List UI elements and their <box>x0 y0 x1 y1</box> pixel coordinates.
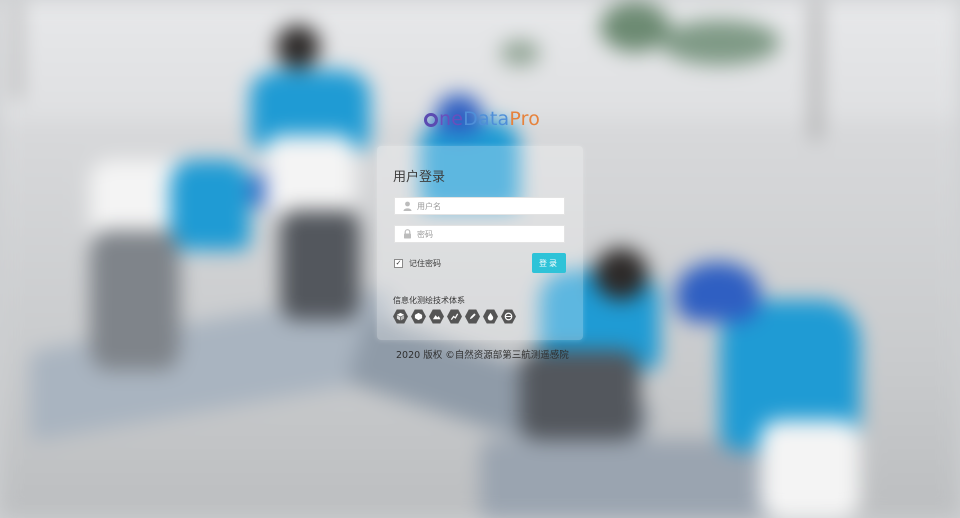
username-input[interactable] <box>417 201 557 211</box>
remember-checkbox[interactable]: ✓ <box>394 259 403 268</box>
copyright-text: 2020 版权 ©自然资源部第三航测遥感院 <box>396 350 569 361</box>
pen-icon[interactable] <box>465 309 480 324</box>
mountain-icon[interactable] <box>429 309 444 324</box>
hexagon-icon[interactable] <box>411 309 426 324</box>
remember-password[interactable]: ✓ 记住密码 <box>394 258 441 269</box>
cube-icon[interactable] <box>393 309 408 324</box>
login-title: 用户登录 <box>393 170 446 185</box>
username-field[interactable] <box>394 197 565 215</box>
systems-label: 信息化测绘技术体系 <box>393 296 465 305</box>
logo-mark-icon <box>424 113 438 127</box>
drop-icon[interactable] <box>483 309 498 324</box>
systems-icon-row <box>393 309 516 324</box>
password-field[interactable] <box>394 225 565 243</box>
remember-label: 记住密码 <box>409 259 441 268</box>
globe-icon[interactable] <box>501 309 516 324</box>
user-icon <box>400 199 414 213</box>
password-input[interactable] <box>417 229 557 239</box>
logo-text-part-2: Data <box>463 108 510 130</box>
chart-icon[interactable] <box>447 309 462 324</box>
logo-text-part-1: ne <box>439 108 464 130</box>
brand-logo: ne Data Pro <box>424 107 540 131</box>
login-button[interactable]: 登录 <box>532 253 566 273</box>
logo-text-part-3: Pro <box>509 108 541 130</box>
lock-icon <box>400 227 414 241</box>
login-panel: 用户登录 ✓ 记住密码 登录 信息化测绘技术体系 <box>377 146 583 340</box>
